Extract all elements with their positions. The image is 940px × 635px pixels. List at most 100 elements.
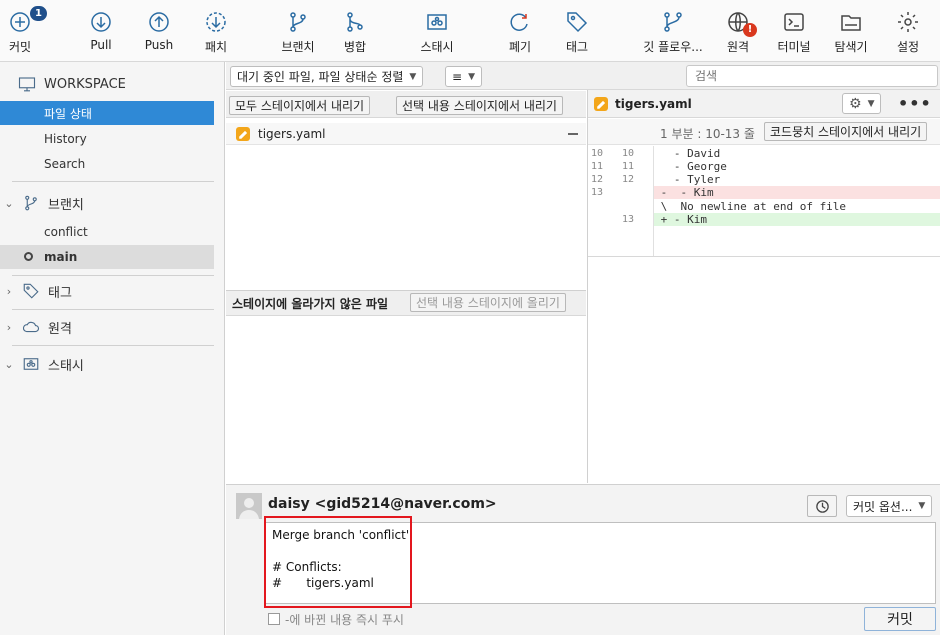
stashes-label: 스태시 — [48, 358, 84, 374]
explorer-label: 탐색기 — [834, 40, 868, 54]
modified-file-icon — [236, 126, 250, 141]
merge-button[interactable]: 병합 — [340, 0, 370, 62]
fetch-button[interactable]: 패치 — [200, 0, 232, 62]
staged-files-list — [226, 145, 586, 290]
discard-label: 폐기 — [508, 40, 532, 54]
commit-history-button[interactable] — [807, 495, 837, 517]
tag-icon — [20, 281, 42, 301]
modified-file-icon — [594, 97, 608, 111]
chevron-down-icon: ▼ — [867, 98, 875, 109]
explorer-button[interactable]: 탐색기 — [831, 0, 871, 62]
sidebar-item-search[interactable]: Search — [0, 152, 214, 176]
branch-button[interactable]: 브랜치 — [277, 0, 319, 62]
unstage-selected-button[interactable]: 선택 내용 스테이지에서 내리기 — [396, 96, 563, 115]
diff-line-added: 13 + - Kim — [588, 213, 940, 226]
terminal-icon — [781, 9, 807, 35]
remote-button[interactable]: ! 원격 — [723, 0, 757, 62]
sidebar-stashes-header[interactable]: ⌄ 스태시 — [0, 352, 214, 376]
unstage-selected-label: 선택 내용 스테이지에서 내리기 — [402, 99, 557, 113]
gitflow-button[interactable]: 깃 플로우... — [636, 0, 710, 62]
stage-selected-label: 선택 내용 스테이지에 올리기 — [416, 296, 560, 310]
commit-author: daisy <gid5214@naver.com> — [268, 496, 497, 512]
workspace-label: WORKSPACE — [44, 76, 126, 92]
diff-line: 11 11 - George — [588, 160, 940, 173]
old-line-number: 10 — [591, 148, 604, 159]
branch-icon — [285, 9, 311, 35]
stash-label: 스태시 — [420, 40, 454, 54]
commit-submit-button[interactable]: 커밋 — [864, 607, 936, 631]
settings-button[interactable]: 설정 — [893, 0, 923, 62]
commit-button[interactable]: 1 커밋 — [5, 0, 47, 62]
merge-label: 병합 — [343, 40, 367, 54]
sidebar-tags-header[interactable]: › 태그 — [0, 279, 214, 303]
chevron-down-icon: ⌄ — [4, 357, 14, 371]
diff-divider — [588, 256, 940, 257]
diff-settings-dropdown[interactable]: ⚙ ▼ — [842, 93, 882, 114]
stash-button[interactable]: 스태시 — [416, 0, 458, 62]
diff-line: 12 12 - Tyler — [588, 173, 940, 186]
folder-icon — [838, 9, 864, 35]
stash-box-icon — [424, 9, 450, 35]
diff-filename: tigers.yaml — [615, 97, 692, 111]
unstage-all-button[interactable]: 모두 스테이지에서 내리기 — [229, 96, 371, 115]
search-input[interactable] — [686, 65, 938, 87]
gear-icon — [895, 9, 921, 35]
commit-message-input[interactable]: Merge branch 'conflict' # Conflicts: # t… — [265, 522, 936, 604]
pull-label: Pull — [90, 38, 112, 52]
staged-file-row[interactable]: tigers.yaml — [226, 123, 586, 145]
discard-button[interactable]: 폐기 — [505, 0, 535, 62]
list-view-icon: ≡ — [452, 69, 463, 84]
push-arrow-up-icon — [146, 9, 172, 35]
sidebar-item-label: Search — [44, 157, 86, 171]
sidebar-remotes-header[interactable]: › 원격 — [0, 315, 214, 339]
sidebar-branches-header[interactable]: ⌄ 브랜치 — [0, 191, 214, 215]
sidebar-item-label: 파일 상태 — [44, 106, 92, 121]
sidebar-divider — [12, 345, 214, 346]
sidebar-divider — [12, 275, 214, 276]
chevron-down-icon: ▼ — [918, 501, 926, 511]
hunk-range: 1 부분 : 10-13 줄 — [660, 127, 755, 141]
cloud-icon — [20, 317, 42, 337]
diff-line: \ No newline at end of file — [588, 200, 940, 213]
tag-label: 태그 — [565, 40, 589, 54]
unstaged-title: 스테이지에 올라가지 않은 파일 — [232, 297, 389, 311]
sidebar-item-branch-main[interactable]: main — [0, 245, 214, 269]
unstage-hunk-button[interactable]: 코드뭉치 스테이지에서 내리기 — [764, 122, 928, 141]
remote-alert-icon: ! — [743, 23, 757, 37]
collapse-minus-icon[interactable] — [568, 133, 578, 135]
sort-dropdown[interactable]: 대기 중인 파일, 파일 상태순 정렬 ▼ — [230, 66, 424, 87]
unstage-hunk-label: 코드뭉치 스테이지에서 내리기 — [770, 125, 922, 139]
gitflow-label: 깃 플로우... — [643, 40, 703, 54]
new-line-number: 13 — [622, 214, 635, 225]
pull-button[interactable]: Pull — [85, 0, 117, 62]
sidebar-item-file-status[interactable]: 파일 상태 — [0, 101, 214, 125]
remotes-label: 원격 — [48, 321, 72, 337]
terminal-button[interactable]: 터미널 — [775, 0, 813, 62]
fetch-label: 패치 — [204, 40, 228, 54]
diff-line-text: - George — [654, 160, 727, 173]
view-mode-dropdown[interactable]: ≡ ▼ — [445, 66, 482, 87]
diff-line-text: - David — [654, 147, 721, 160]
push-immediately-checkbox[interactable] — [268, 613, 280, 625]
gitflow-icon — [660, 9, 686, 35]
diff-line-text: \ No newline at end of file — [654, 200, 847, 213]
tag-button[interactable]: 태그 — [562, 0, 592, 62]
sidebar-divider — [12, 309, 214, 310]
clock-icon — [815, 499, 829, 513]
merge-icon — [342, 9, 368, 35]
commit-label: 커밋 — [8, 40, 32, 54]
chevron-right-icon: › — [6, 320, 12, 334]
sidebar: WORKSPACE 파일 상태 History Search ⌄ 브랜치 con… — [0, 62, 225, 635]
sidebar-item-history[interactable]: History — [0, 127, 214, 151]
branch-label: 브랜치 — [281, 40, 315, 54]
chevron-down-icon: ⌄ — [4, 196, 14, 210]
diff-view: tigers.yaml ⚙ ▼ ••• 1 부분 : 10-13 줄 코드뭉치 … — [587, 90, 940, 483]
diff-line-text: + - Kim — [654, 213, 940, 226]
file-name: tigers.yaml — [258, 126, 326, 141]
sidebar-item-branch-conflict[interactable]: conflict — [0, 220, 214, 244]
stage-selected-button[interactable]: 선택 내용 스테이지에 올리기 — [410, 293, 566, 312]
diff-line-removed: 13 - - Kim — [588, 186, 940, 199]
more-options-icon[interactable]: ••• — [898, 94, 932, 113]
commit-options-dropdown[interactable]: 커밋 옵션... ▼ — [846, 495, 933, 517]
push-button[interactable]: Push — [142, 0, 176, 62]
